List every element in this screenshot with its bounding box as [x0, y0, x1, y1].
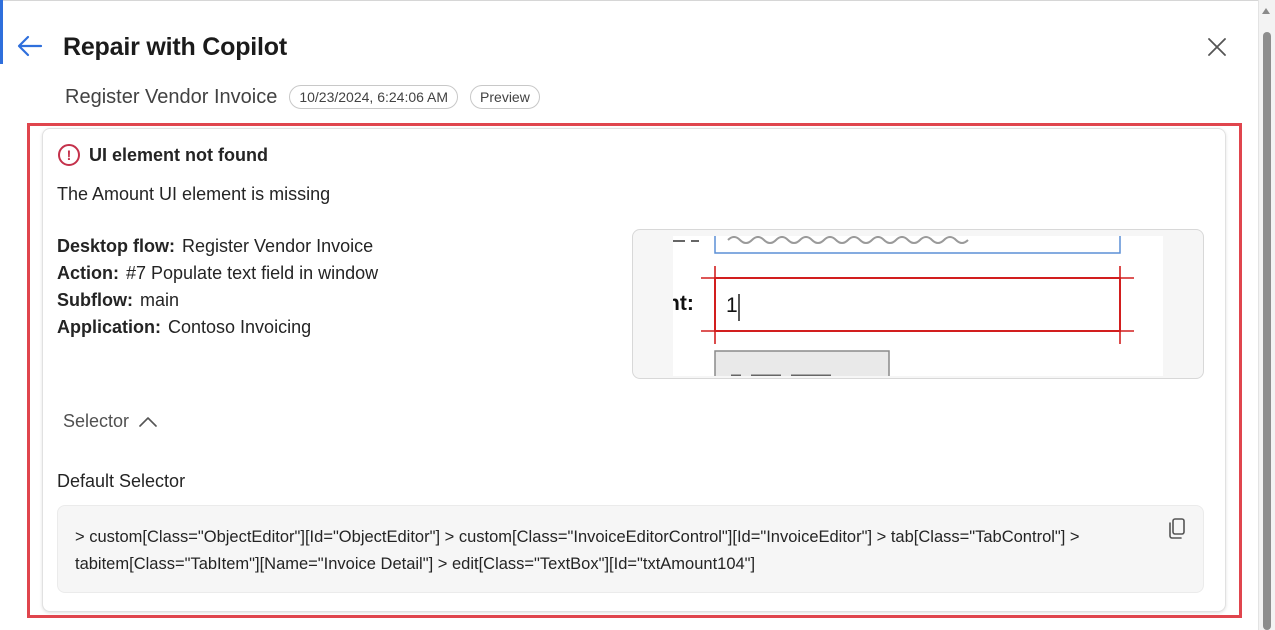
detail-row: Subflow: main	[57, 287, 378, 314]
details-list: Desktop flow: Register Vendor Invoice Act…	[57, 233, 378, 341]
back-button[interactable]	[14, 30, 46, 62]
timestamp-badge: 10/23/2024, 6:24:06 AM	[289, 85, 459, 109]
screenshot-image: nt: 1	[673, 236, 1163, 376]
close-button[interactable]	[1200, 30, 1234, 64]
detail-value: main	[139, 290, 179, 310]
detail-row: Application: Contoso Invoicing	[57, 314, 378, 341]
preview-badge: Preview	[470, 85, 540, 109]
detail-key: Desktop flow:	[57, 236, 176, 256]
error-title: UI element not found	[89, 144, 268, 165]
focus-accent-bar	[0, 0, 3, 64]
close-icon	[1208, 38, 1226, 56]
back-arrow-icon	[17, 35, 43, 57]
subtitle-row: Register Vendor Invoice 10/23/2024, 6:24…	[65, 82, 540, 112]
selector-toggle-label: Selector	[63, 411, 130, 431]
error-description: The Amount UI element is missing	[57, 184, 331, 204]
error-circle-icon: !	[58, 144, 80, 166]
selector-toggle[interactable]: Selector	[63, 411, 157, 432]
scrollbar-thumb[interactable]	[1263, 32, 1271, 630]
scroll-up-arrow[interactable]	[1262, 8, 1270, 14]
error-header: ! UI element not found	[58, 144, 268, 166]
screenshot-field-label: nt:	[673, 292, 694, 315]
detail-row: Desktop flow: Register Vendor Invoice	[57, 233, 378, 260]
page-title: Repair with Copilot	[63, 33, 287, 61]
screenshot-drawing	[673, 236, 1134, 376]
detail-key: Application:	[57, 317, 161, 337]
detail-key: Subflow:	[57, 290, 133, 310]
default-selector-label: Default Selector	[57, 471, 186, 491]
detail-value: #7 Populate text field in window	[126, 263, 379, 283]
selector-value[interactable]: > custom[Class="ObjectEditor"][Id="Objec…	[75, 524, 1135, 578]
flow-name: Register Vendor Invoice	[65, 85, 278, 108]
selector-code-box: > custom[Class="ObjectEditor"][Id="Objec…	[57, 505, 1204, 593]
panel-top-border	[0, 0, 1260, 1]
detail-value: Contoso Invoicing	[168, 317, 312, 337]
detail-key: Action:	[57, 263, 119, 283]
copy-button[interactable]	[1166, 516, 1190, 542]
element-screenshot-preview: nt: 1	[632, 229, 1204, 379]
detail-row: Action: #7 Populate text field in window	[57, 260, 378, 287]
copy-icon	[1169, 518, 1185, 539]
screenshot-field-value: 1	[726, 294, 738, 317]
chevron-up-icon	[139, 416, 157, 427]
detail-value: Register Vendor Invoice	[182, 236, 374, 256]
